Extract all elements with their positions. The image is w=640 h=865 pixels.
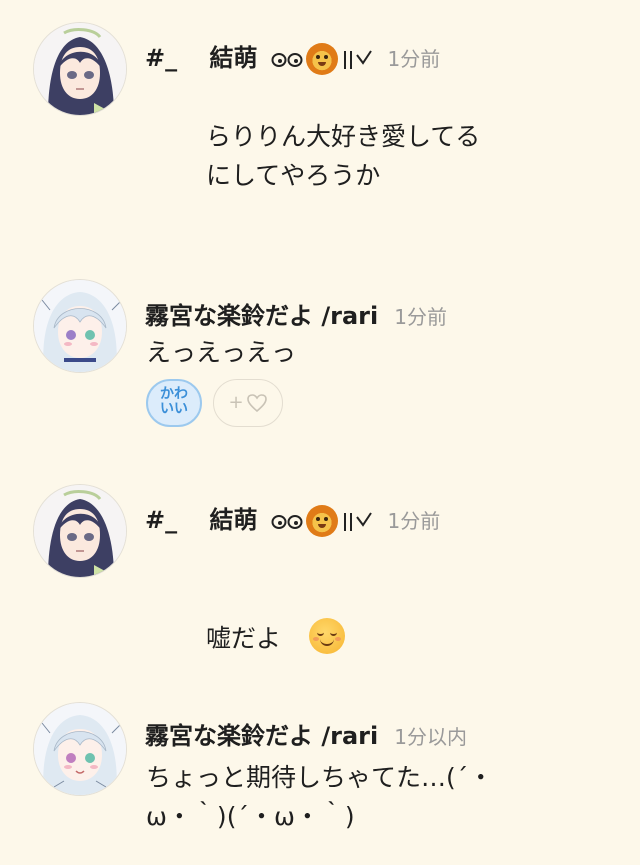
username[interactable]: #_ 結萌 (145, 500, 257, 535)
avatar-illustration (34, 703, 126, 795)
avatar[interactable] (33, 702, 127, 796)
reaction-kawaii-badge[interactable]: かわ いい (146, 379, 202, 427)
message-text: えっえっえっ (146, 338, 297, 367)
message-text: らりりん大好き愛してる にしてやろうか (206, 122, 481, 190)
post-header: #_ 結萌 1分前 (145, 38, 441, 75)
message-text: 嘘だよ (206, 580, 346, 658)
avatar-illustration (34, 23, 126, 115)
relieved-face-icon (309, 618, 346, 654)
avatar[interactable] (33, 22, 127, 116)
eyes-icon (271, 53, 303, 67)
lion-icon (306, 43, 339, 75)
post-header: #_ 結萌 1分前 (145, 500, 441, 537)
username[interactable]: 霧宮な楽鈴だよ /rari (145, 716, 378, 751)
add-reaction-button[interactable]: + (213, 379, 283, 427)
name-decorations (271, 505, 375, 537)
username[interactable]: #_ 結萌 (145, 38, 257, 73)
eyes-icon (271, 515, 303, 529)
post-time: 1分以内 (394, 725, 467, 749)
hand-icon (344, 512, 373, 531)
username[interactable]: 霧宮な楽鈴だよ /rari (145, 296, 378, 331)
heart-icon (246, 394, 267, 413)
avatar[interactable] (33, 484, 127, 578)
post-header: 霧宮な楽鈴だよ /rari 1分以内 (145, 716, 467, 751)
avatar-illustration (34, 280, 126, 372)
post-time: 1分前 (394, 305, 447, 329)
post-time: 1分前 (387, 47, 441, 71)
name-decorations (271, 43, 375, 75)
avatar[interactable] (33, 279, 127, 373)
avatar-illustration (34, 485, 126, 577)
post-time: 1分前 (387, 509, 441, 533)
hand-icon (344, 50, 373, 69)
post-header: 霧宮な楽鈴だよ /rari 1分前 (145, 296, 447, 331)
message-text: ちょっと期待しちゃてた…(´・ ω・｀)(´・ω・｀) (146, 763, 494, 831)
add-reaction-plus: + (228, 392, 244, 413)
lion-icon (306, 505, 339, 537)
message-text-content: 嘘だよ (206, 624, 282, 653)
